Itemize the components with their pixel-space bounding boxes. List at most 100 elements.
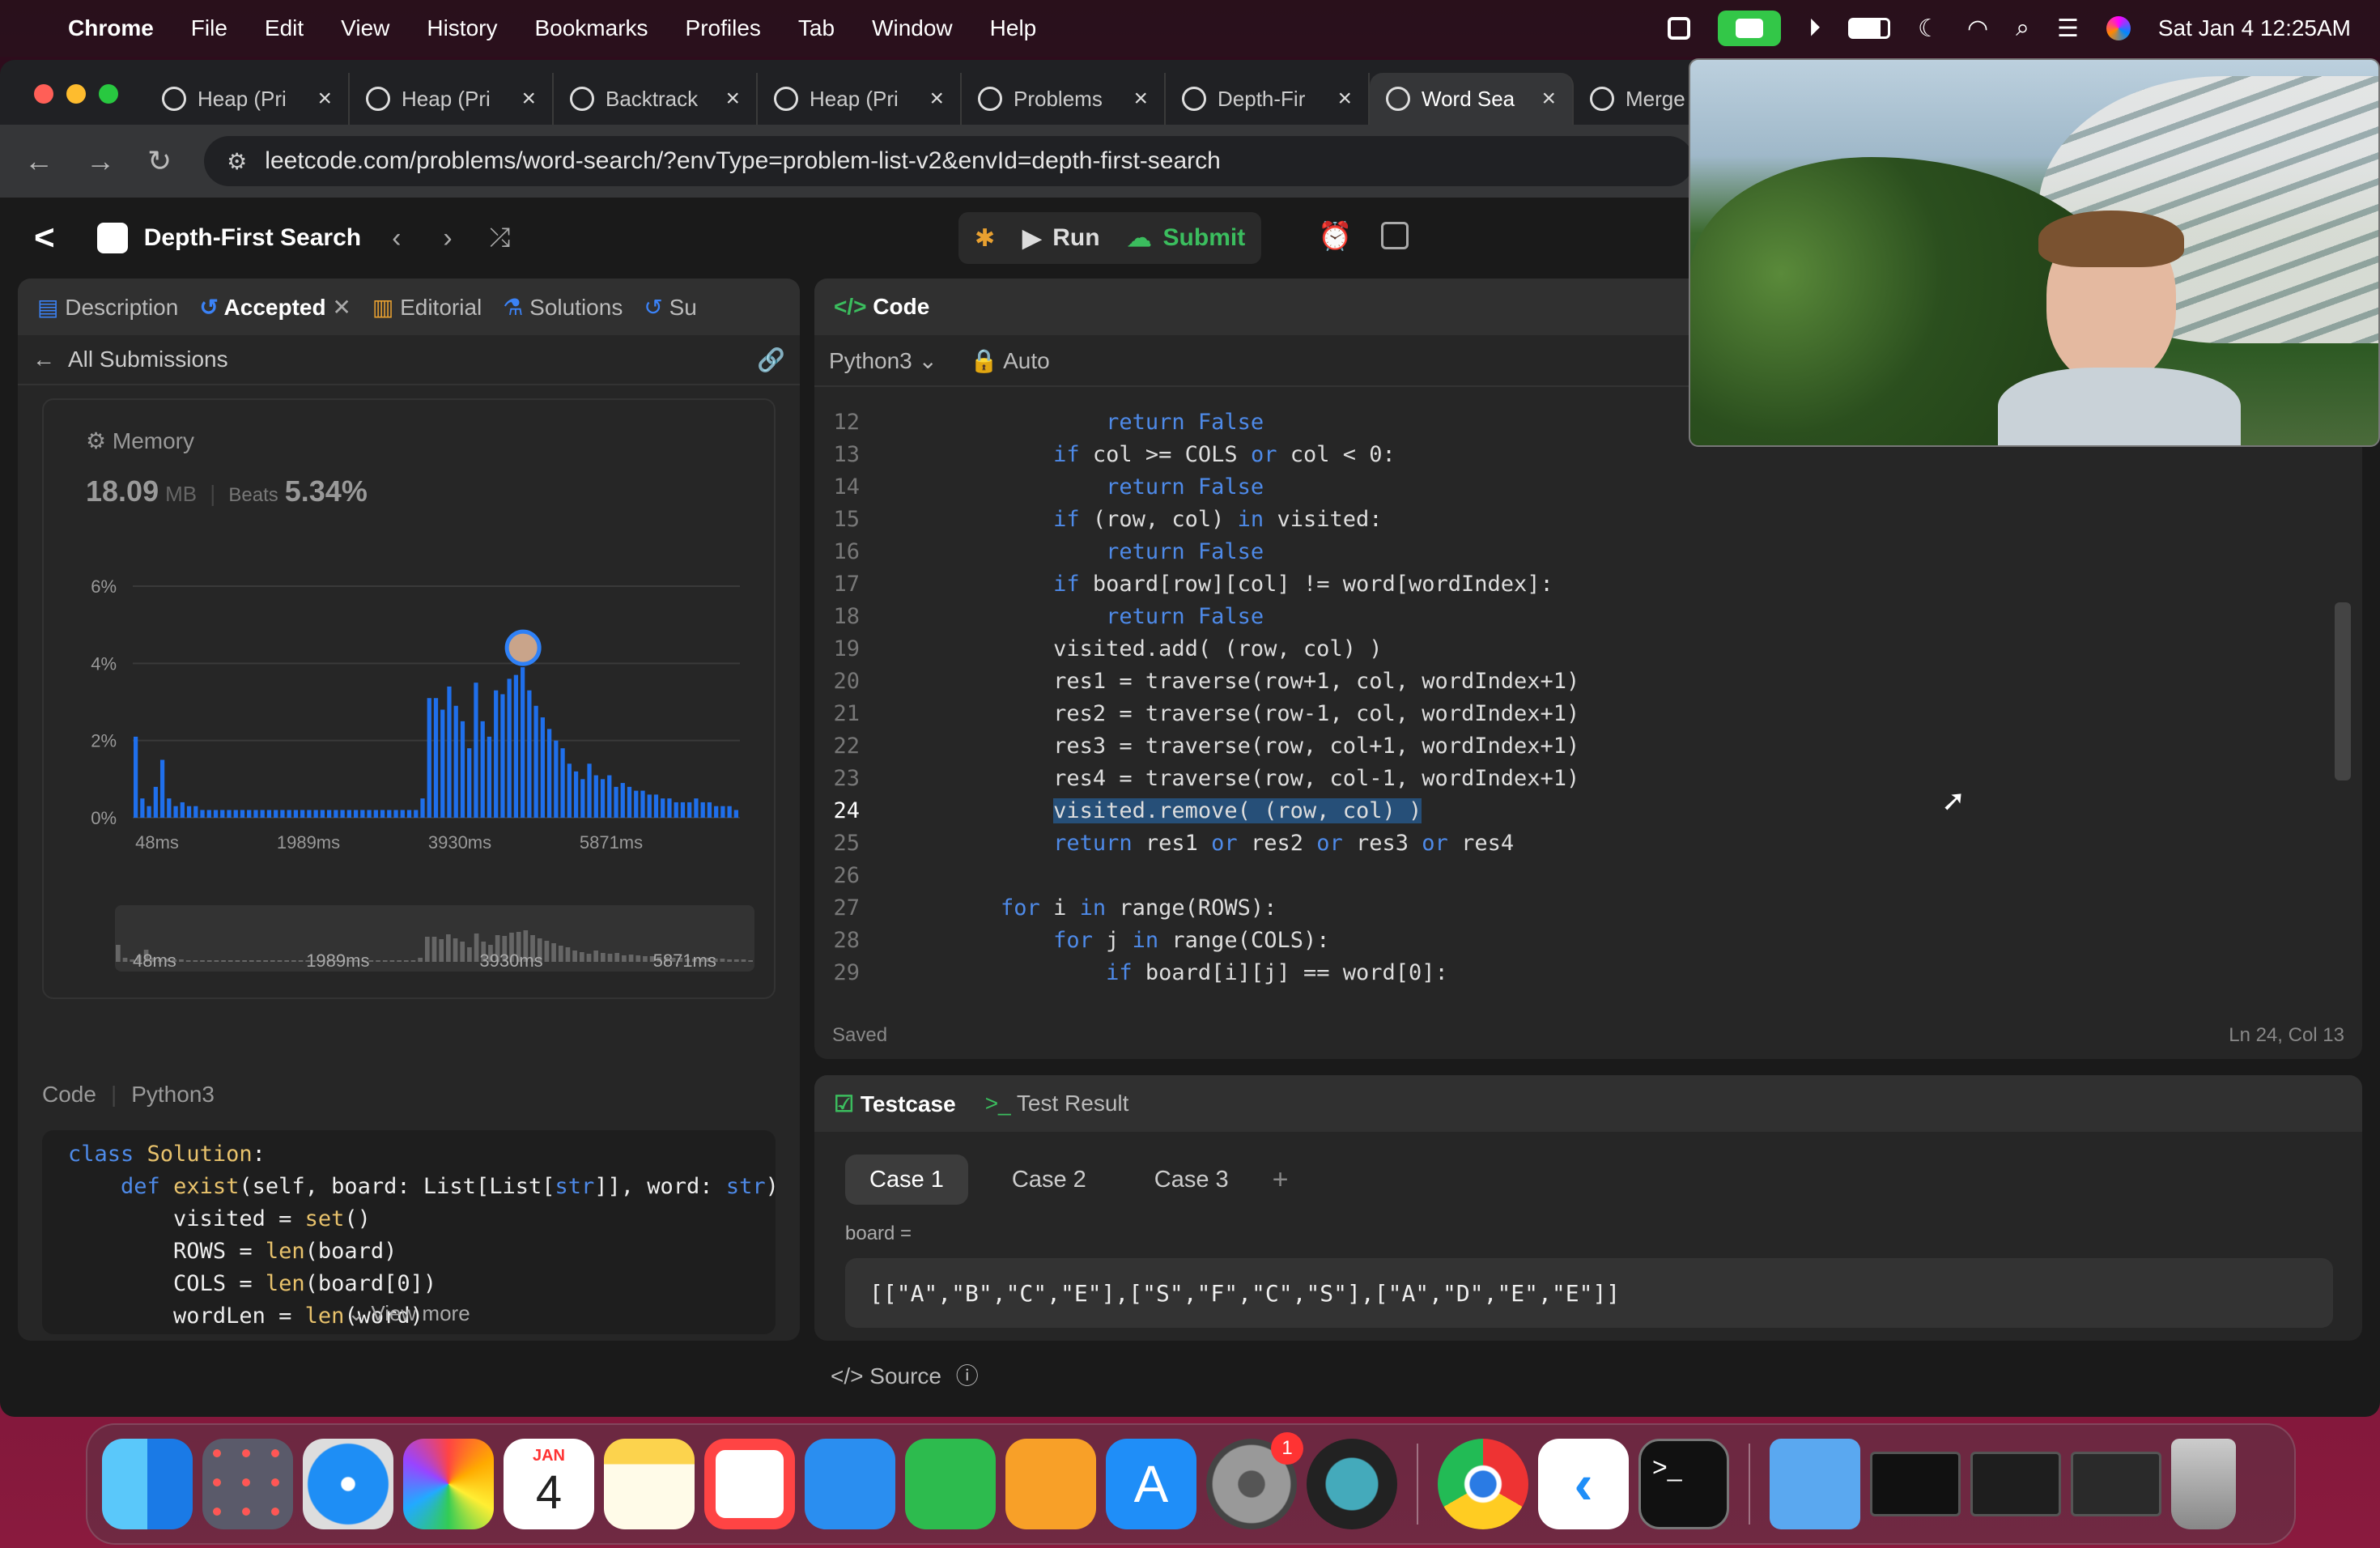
histogram-bar[interactable]: [300, 810, 305, 818]
histogram-bar[interactable]: [220, 810, 225, 818]
histogram-bar[interactable]: [167, 798, 172, 818]
tab-test-result[interactable]: >_ Test Result: [985, 1091, 1129, 1116]
all-submissions-link[interactable]: All Submissions: [68, 347, 228, 372]
histogram-bar[interactable]: [140, 798, 145, 818]
menu-file[interactable]: File: [191, 15, 227, 41]
menu-app-name[interactable]: Chrome: [68, 15, 154, 41]
shuffle-icon[interactable]: ⤮: [490, 223, 511, 253]
case-3-tab[interactable]: Case 3: [1130, 1155, 1253, 1205]
vscode-window-icon[interactable]: [1970, 1452, 2061, 1516]
histogram-bar[interactable]: [460, 721, 465, 818]
tab-editorial[interactable]: ▥ Editorial: [372, 294, 482, 321]
menu-help[interactable]: Help: [990, 15, 1037, 41]
histogram-bar[interactable]: [247, 810, 252, 818]
moon-icon[interactable]: ☾: [1918, 15, 1940, 43]
histogram-bar[interactable]: [674, 802, 678, 818]
histogram-bar[interactable]: [420, 798, 425, 818]
play-icon[interactable]: ⏵: [1808, 15, 1821, 42]
menu-tab[interactable]: Tab: [798, 15, 835, 41]
histogram-bar[interactable]: [367, 810, 372, 818]
histogram-bar[interactable]: [453, 705, 458, 818]
run-button[interactable]: ▶ Run: [1022, 224, 1099, 253]
histogram-bar[interactable]: [400, 810, 405, 818]
next-problem-icon[interactable]: ›: [443, 223, 452, 254]
histogram-bar[interactable]: [353, 810, 359, 818]
auto-toggle[interactable]: 🔒 Auto: [970, 347, 1050, 374]
keynote-icon[interactable]: [805, 1439, 895, 1529]
histogram-bar[interactable]: [733, 810, 738, 818]
histogram-bar[interactable]: [153, 786, 158, 818]
reload-icon[interactable]: ↻: [147, 144, 172, 178]
menu-edit[interactable]: Edit: [265, 15, 304, 41]
histogram-bar[interactable]: [707, 802, 712, 818]
close-tab-icon[interactable]: ×: [1133, 85, 1148, 113]
wifi-icon[interactable]: ◠: [1967, 15, 1988, 43]
site-info-icon[interactable]: ⚙: [227, 148, 247, 175]
close-tab-icon[interactable]: ×: [1337, 85, 1352, 113]
add-case-icon[interactable]: +: [1273, 1164, 1289, 1196]
launchpad-icon[interactable]: [202, 1439, 293, 1529]
histogram-bar[interactable]: [634, 790, 639, 818]
battery-icon[interactable]: [1848, 18, 1891, 39]
tab-submissions[interactable]: ↺ Su: [644, 294, 697, 321]
histogram-bar[interactable]: [233, 810, 238, 818]
browser-tab[interactable]: Depth-Fir ×: [1166, 73, 1370, 125]
url-field[interactable]: ⚙ leetcode.com/problems/word-search/?env…: [204, 136, 1694, 186]
histogram-bar[interactable]: [521, 667, 525, 818]
notes-app-icon[interactable]: [604, 1439, 695, 1529]
histogram-bar[interactable]: [313, 810, 318, 818]
quicktime-icon[interactable]: [1307, 1439, 1397, 1529]
histogram-bar[interactable]: [720, 806, 725, 818]
histogram-bar[interactable]: [320, 810, 325, 818]
user-avatar-marker[interactable]: [504, 629, 542, 666]
close-tab-icon[interactable]: ×: [317, 85, 332, 113]
histogram-bar[interactable]: [700, 802, 705, 818]
histogram-bar[interactable]: [159, 759, 165, 819]
browser-tab-active[interactable]: Word Sea ×: [1370, 73, 1574, 125]
histogram-bar[interactable]: [266, 810, 272, 818]
histogram-bar[interactable]: [433, 698, 439, 818]
facetime-icon[interactable]: [1718, 11, 1782, 46]
histogram-bar[interactable]: [727, 806, 732, 818]
help-icon[interactable]: ⓘ: [956, 1363, 979, 1389]
tab-accepted[interactable]: ↺ Accepted ✕: [199, 294, 351, 321]
histogram-bar[interactable]: [387, 810, 392, 818]
histogram-bar[interactable]: [293, 810, 299, 818]
menu-window[interactable]: Window: [872, 15, 953, 41]
histogram-bar[interactable]: [340, 810, 345, 818]
close-window-button[interactable]: [34, 84, 53, 104]
browser-tab[interactable]: Backtrack ×: [554, 73, 758, 125]
histogram-bar[interactable]: [694, 798, 699, 818]
histogram-bar[interactable]: [346, 810, 351, 818]
zoom-window-button[interactable]: [99, 84, 118, 104]
histogram-bar[interactable]: [414, 810, 419, 818]
case-2-tab[interactable]: Case 2: [988, 1155, 1111, 1205]
record-icon[interactable]: [1668, 17, 1691, 40]
safari-icon[interactable]: [303, 1439, 393, 1529]
histogram-bar[interactable]: [533, 705, 538, 818]
histogram-bar[interactable]: [274, 810, 278, 818]
histogram-bar[interactable]: [680, 802, 686, 818]
histogram-bar[interactable]: [527, 690, 532, 818]
histogram-bar[interactable]: [147, 806, 151, 818]
finder-icon[interactable]: [102, 1439, 193, 1529]
vscode-icon[interactable]: ‹: [1538, 1439, 1629, 1529]
histogram-bar[interactable]: [554, 740, 559, 818]
back-icon[interactable]: ←: [24, 144, 53, 178]
histogram-bar[interactable]: [307, 810, 312, 818]
histogram-bar[interactable]: [600, 779, 606, 818]
histogram-bar[interactable]: [406, 810, 412, 818]
histogram-bar[interactable]: [440, 709, 445, 818]
histogram-bar[interactable]: [327, 810, 332, 818]
source-link[interactable]: </> Source ⓘ: [831, 1359, 979, 1391]
histogram-bar[interactable]: [186, 806, 192, 818]
histogram-bar[interactable]: [467, 748, 472, 818]
photos-icon[interactable]: [403, 1439, 494, 1529]
trash-icon[interactable]: [2171, 1439, 2236, 1529]
histogram-bar[interactable]: [134, 736, 138, 818]
problem-list-icon[interactable]: [96, 223, 128, 253]
calendar-icon[interactable]: JAN 4: [504, 1439, 594, 1529]
histogram-bar[interactable]: [560, 748, 565, 818]
browser-tab[interactable]: Heap (Pri ×: [146, 73, 350, 125]
histogram-bar[interactable]: [593, 775, 598, 818]
